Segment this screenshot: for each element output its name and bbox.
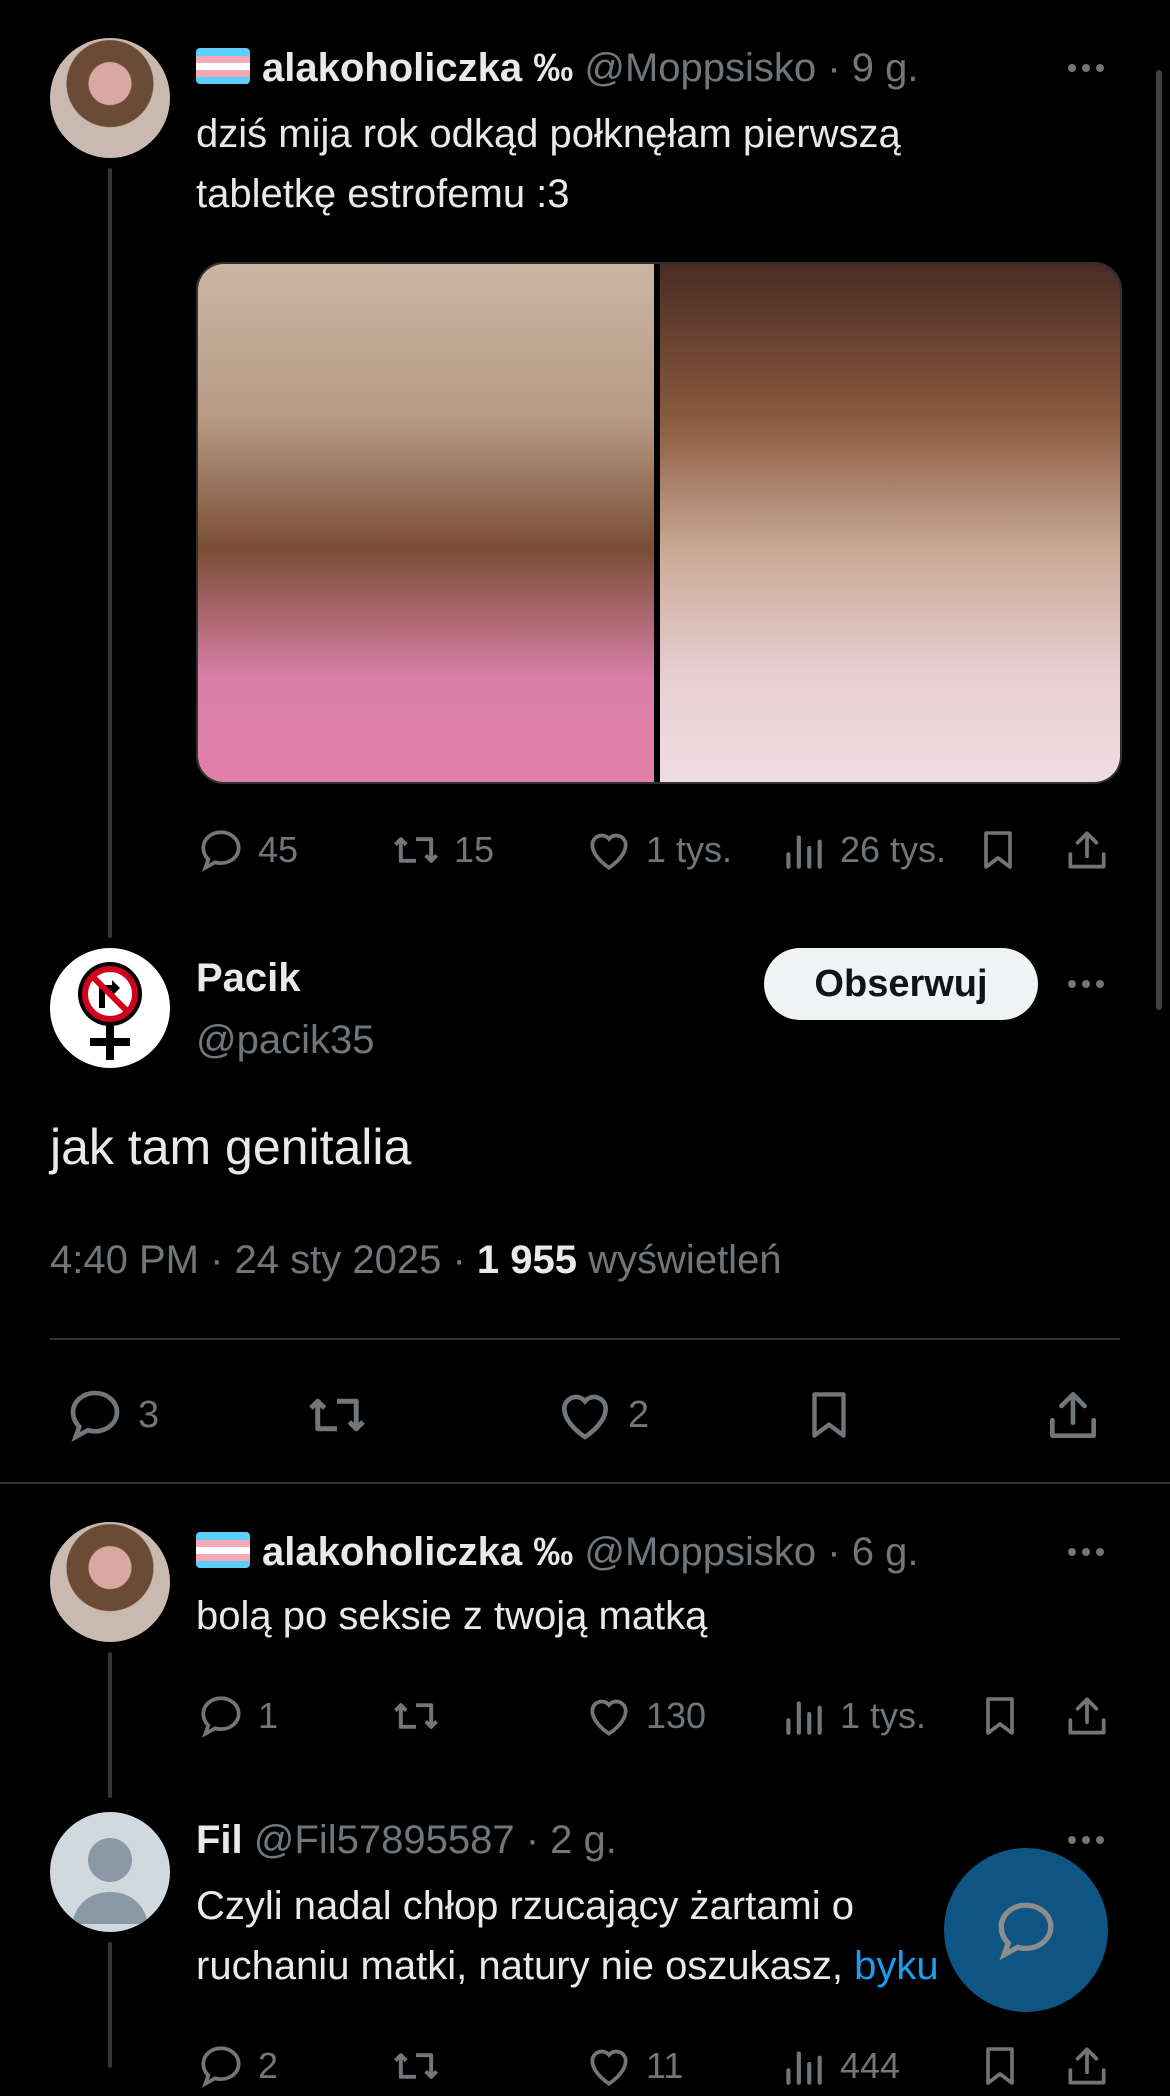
handle[interactable]: @Moppsisko [584,46,816,90]
share-button[interactable] [1062,825,1112,875]
no-right-turn-symbol-icon [78,962,142,1060]
retweet-icon [304,1382,370,1448]
scrollbar[interactable] [1156,70,1162,1010]
like-icon [584,2041,634,2091]
reply-icon [64,1384,126,1446]
tweet-actions: 1 130 1 tys. [196,1686,1126,1746]
retweet-button[interactable]: 15 [390,824,494,876]
media-grid[interactable] [196,262,1122,784]
avatar[interactable] [50,948,170,1068]
photo-2[interactable] [660,264,1120,782]
share-icon [1062,1691,1112,1741]
timestamp[interactable]: · 9 g. [827,46,918,90]
views-button[interactable]: 1 tys. [778,1691,926,1741]
display-name[interactable]: alakoholiczka ‰ [262,1530,573,1574]
share-icon [1062,825,1112,875]
default-avatar-icon [72,1838,148,1924]
bookmark-icon [976,1691,1024,1741]
avatar[interactable] [50,1522,170,1642]
like-button[interactable]: 2 [554,1384,649,1446]
like-icon [584,825,634,875]
tweet-text: jak tam genitalia [50,1119,412,1175]
divider [0,1482,1170,1484]
retweet-icon [390,2040,442,2092]
tweet-header: alakoholiczka ‰ @Moppsisko · 9 g. [196,40,918,96]
tweet-text: bolą po seksie z twoją matką [196,1594,708,1638]
tweet-date[interactable]: 24 sty 2025 [235,1238,442,1282]
reply-icon [196,2041,246,2091]
bookmark-button[interactable] [976,1691,1024,1741]
tweet-header: Fil @Fil57895587 · 2 g. [196,1812,617,1868]
bookmark-icon [974,825,1022,875]
thread-line [108,1942,112,2068]
retweet-icon [390,824,442,876]
reply-button[interactable]: 2 [196,2041,278,2091]
like-button[interactable]: 130 [584,1691,706,1741]
tweet-text: dziś mija rok odkąd połknęłam pierwszą t… [196,112,901,216]
handle[interactable]: @pacik35 [196,1012,374,1068]
views-icon [778,2041,828,2091]
photo-1[interactable] [198,264,654,782]
views-count: 1 955 [476,1238,578,1282]
share-button[interactable] [1062,2041,1112,2091]
more-icon[interactable] [1068,1548,1104,1556]
handle[interactable]: @Fil57895587 [254,1818,515,1862]
display-name[interactable]: Fil [196,1818,243,1862]
divider [50,1338,1120,1340]
views-button[interactable]: 26 tys. [778,825,946,875]
avatar[interactable] [50,38,170,158]
tweet-time[interactable]: 4:40 PM [50,1238,199,1282]
compose-reply-button[interactable] [944,1848,1108,2012]
more-icon[interactable] [1068,1836,1104,1844]
tweet-actions: 3 2 [64,1380,1114,1450]
views-label: wyświetleń [588,1238,782,1282]
bookmark-button[interactable] [800,1384,858,1446]
retweet-button[interactable] [390,1690,442,1742]
bookmark-button[interactable] [974,825,1022,875]
share-icon [1062,2041,1112,2091]
timestamp[interactable]: · 2 g. [526,1818,617,1862]
handle[interactable]: @Moppsisko [584,1530,816,1574]
tweet-actions: 2 11 444 [196,2036,1126,2096]
bookmark-icon [800,1384,858,1446]
reply-icon [196,1691,246,1741]
tweet-metadata: 4:40 PM · 24 sty 2025 · 1 955 wyświetleń [50,1238,782,1282]
like-icon [554,1384,616,1446]
avatar[interactable] [50,1812,170,1932]
like-button[interactable]: 1 tys. [584,825,732,875]
reply-icon [196,825,246,875]
thread-line [108,1652,112,1798]
retweet-button[interactable] [390,2040,442,2092]
thread-line [108,168,112,938]
mention-link[interactable]: byku [854,1944,939,1988]
trans-flag-icon [196,1532,250,1569]
compose-reply-icon [998,1902,1054,1961]
share-button[interactable] [1062,1691,1112,1741]
tweet-header: alakoholiczka ‰ @Moppsisko · 6 g. [196,1524,918,1580]
trans-flag-icon [196,48,250,85]
more-icon[interactable] [1068,980,1104,988]
views-icon [778,1691,828,1741]
reply-button[interactable]: 1 [196,1691,278,1741]
share-icon [1042,1384,1104,1446]
display-name[interactable]: alakoholiczka ‰ [262,46,573,90]
timestamp[interactable]: · 6 g. [827,1530,918,1574]
retweet-icon [390,1690,442,1742]
bookmark-icon [976,2041,1024,2091]
more-icon[interactable] [1068,64,1104,72]
reply-button[interactable]: 3 [64,1384,159,1446]
display-name[interactable]: Pacik [196,950,301,1006]
like-icon [584,1691,634,1741]
like-button[interactable]: 11 [584,2041,683,2091]
views-button[interactable]: 444 [778,2041,900,2091]
tweet-text: Czyli nadal chłop rzucający żartami o ru… [196,1884,939,1988]
bookmark-button[interactable] [976,2041,1024,2091]
views-icon [778,825,828,875]
reply-button[interactable]: 45 [196,825,298,875]
retweet-button[interactable] [304,1382,370,1448]
tweet-actions: 45 15 1 tys. 26 tys. [196,820,1126,880]
share-button[interactable] [1042,1384,1104,1446]
follow-button[interactable]: Obserwuj [764,948,1038,1020]
